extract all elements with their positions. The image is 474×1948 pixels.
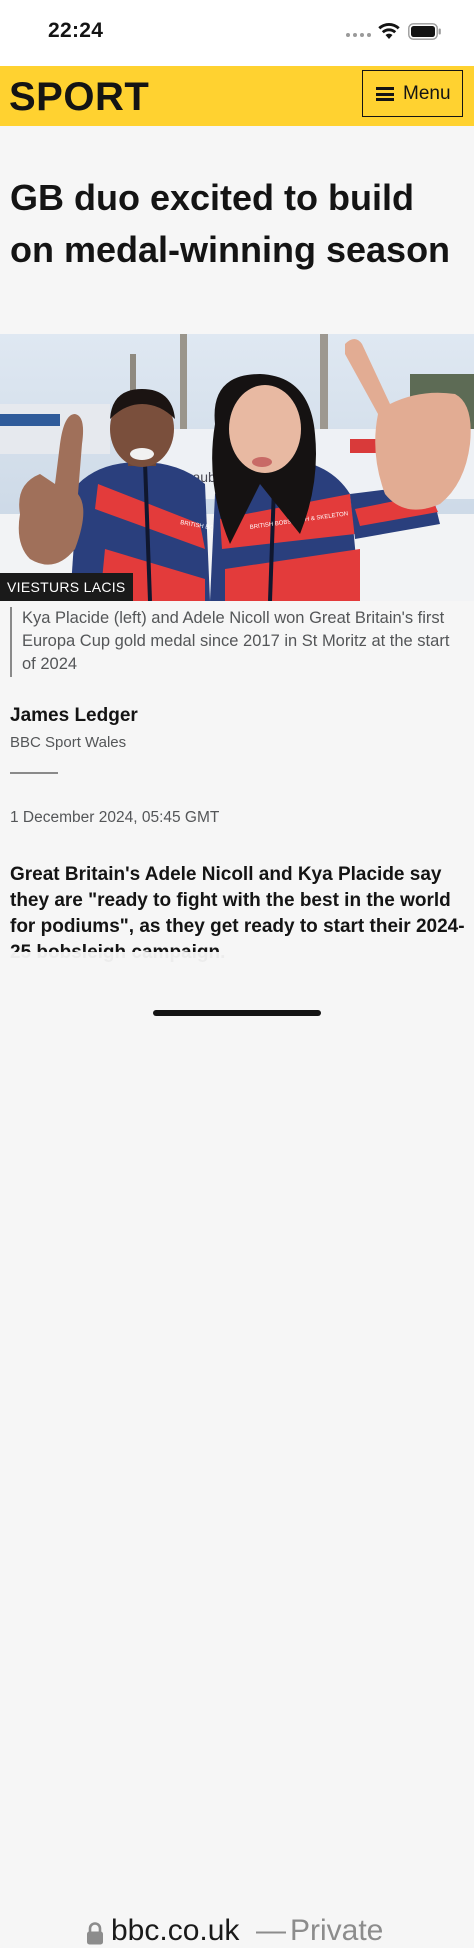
byline-divider <box>10 772 58 774</box>
home-indicator[interactable] <box>153 1010 321 1016</box>
sport-logo[interactable]: SPORT <box>9 75 149 119</box>
athletes-photo: graub BRITISH BOBSLEIGH & SKELETON BRITI… <box>0 334 474 601</box>
article-headline: GB duo excited to build on medal-winning… <box>10 177 451 270</box>
author-organisation: BBC Sport Wales <box>10 734 127 751</box>
address-separator: — <box>256 1914 286 1947</box>
status-bar: 22:24 <box>0 0 474 66</box>
lock-icon <box>87 1922 103 1945</box>
status-time: 22:24 <box>48 19 104 42</box>
private-mode-label: Private <box>290 1914 384 1947</box>
battery-icon <box>408 23 441 40</box>
wifi-icon <box>378 23 400 39</box>
image-credit: VIESTURS LACIS <box>0 573 133 601</box>
hero-image: graub BRITISH BOBSLEIGH & SKELETON BRITI… <box>0 334 474 601</box>
address-domain[interactable]: bbc.co.uk <box>111 1914 239 1948</box>
cellular-signal-icon <box>346 29 372 41</box>
hamburger-icon <box>376 87 394 101</box>
author-name: James Ledger <box>10 705 138 726</box>
image-caption: Kya Placide (left) and Adele Nicoll won … <box>10 607 460 677</box>
menu-button[interactable]: Menu <box>362 70 463 117</box>
menu-label: Menu <box>403 83 451 104</box>
article-intro: Great Britain's Adele Nicoll and Kya Pla… <box>10 864 465 963</box>
publish-timestamp: 1 December 2024, 05:45 GMT <box>10 809 220 826</box>
